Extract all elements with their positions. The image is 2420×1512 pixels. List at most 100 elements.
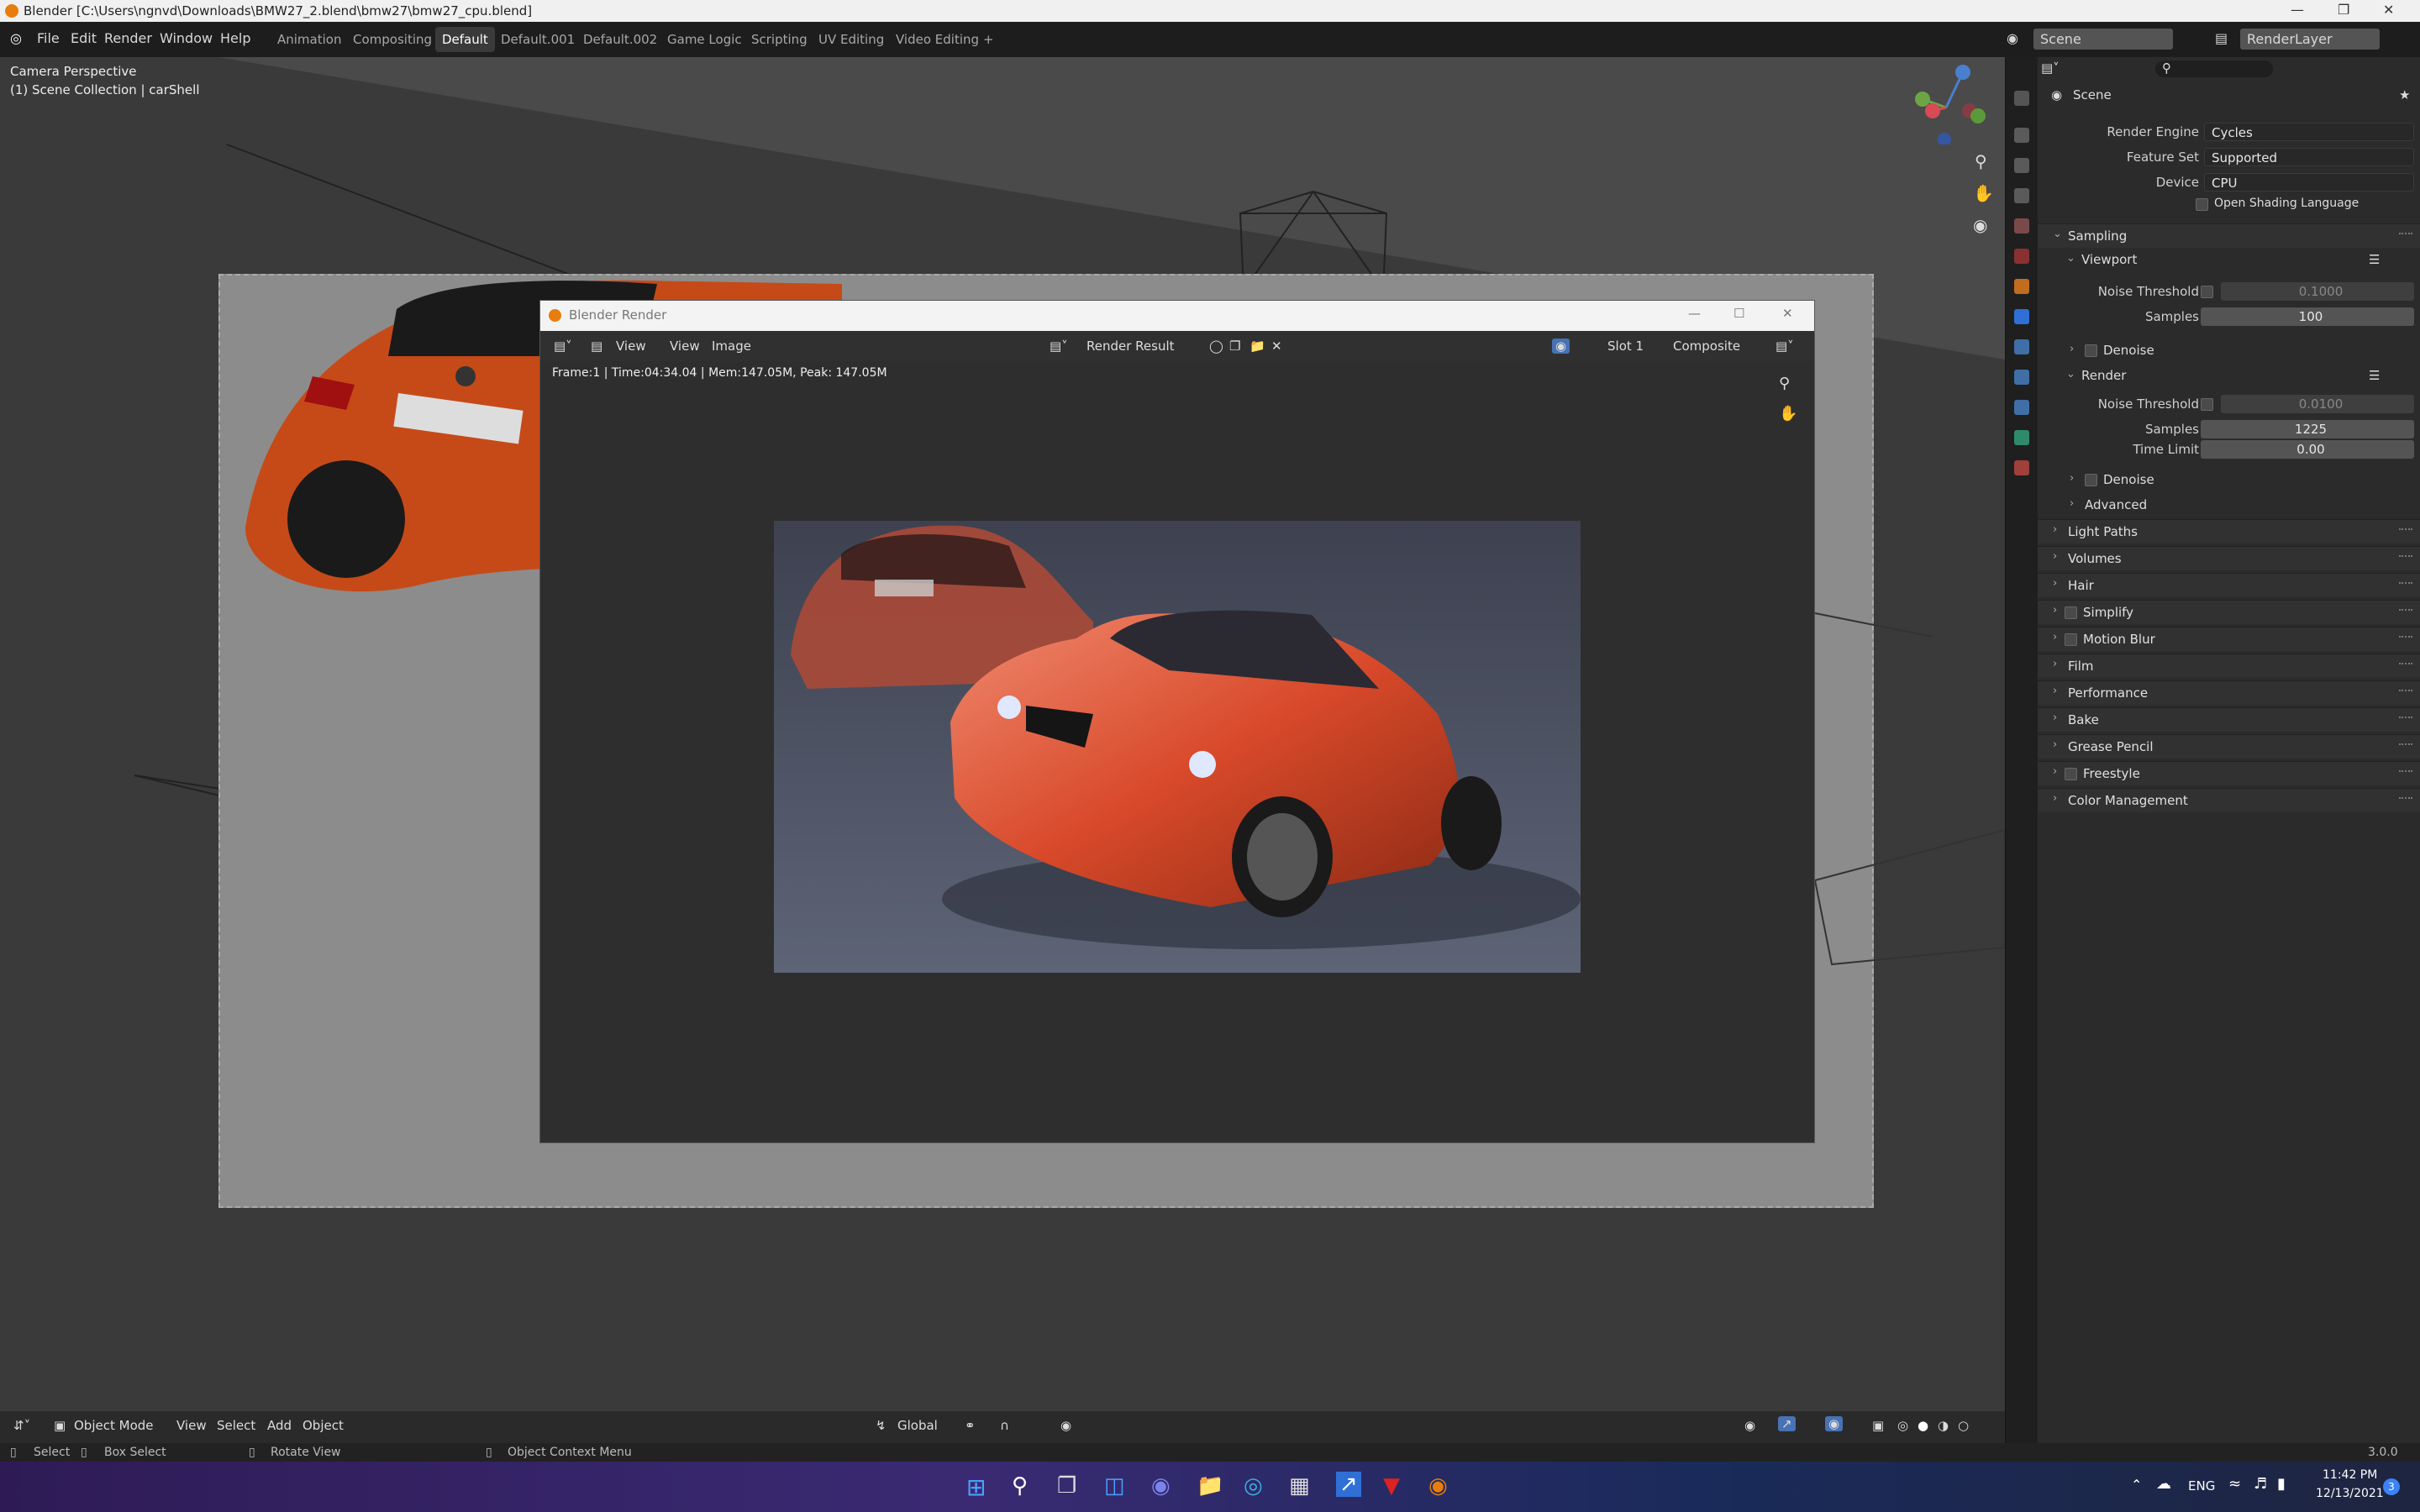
render-pass-selector[interactable]: Composite [1673,339,1740,354]
scene-tab-icon[interactable] [2014,218,2029,234]
mcafee-icon[interactable]: ▼ [1383,1473,1400,1499]
tab-uv-editing[interactable]: UV Editing [812,27,891,52]
display-channels-icon[interactable]: ▤˅ [1776,339,1794,354]
render-zoom-icon[interactable]: ⚲ [1779,375,1790,392]
render-menu-view-1[interactable]: View [616,339,646,354]
vp-menu-view[interactable]: View [176,1418,207,1433]
minimize-icon[interactable]: — [2291,2,2304,18]
world-tab-icon[interactable] [2014,249,2029,264]
wifi-icon[interactable]: ≈ [2228,1475,2241,1493]
tab-default[interactable]: Default [435,27,495,52]
chevron-down-icon[interactable]: ⌄ [2066,368,2075,381]
menu-render[interactable]: Render [104,30,152,46]
new-image-icon[interactable]: ❐ [1229,339,1240,354]
vp-noise-threshold-field[interactable]: 0.1000 [2221,282,2414,301]
xray-icon[interactable]: ▣ [1872,1418,1884,1433]
vp-menu-object[interactable]: Object [302,1418,344,1433]
vp-denoise-checkbox[interactable] [2085,344,2097,357]
fake-user-icon[interactable]: ◯ [1209,339,1223,354]
image-browse-icon[interactable]: ▤˅ [1050,339,1068,354]
osl-checkbox[interactable] [2196,198,2208,211]
section-simplify[interactable]: › Simplify [2038,600,2420,624]
clock-date[interactable]: 12/13/2021 [2316,1487,2384,1500]
gizmo-toggle-icon[interactable]: ↗ [1778,1416,1796,1431]
tab-scripting[interactable]: Scripting [744,27,814,52]
editor-type-icon[interactable]: ⇵˅ [13,1418,30,1433]
render-menu-view-2[interactable]: View [670,339,700,354]
r-noise-threshold-checkbox[interactable] [2201,398,2213,411]
widgets-icon[interactable]: ◫ [1104,1473,1125,1499]
file-explorer-icon[interactable]: 📁 [1197,1473,1223,1499]
view-layer-icon[interactable]: ▤ [2215,30,2228,46]
r-samples-field[interactable]: 1225 [2201,420,2414,438]
subsection-viewport[interactable]: Viewport [2081,252,2137,267]
time-limit-field[interactable]: 0.00 [2201,440,2414,459]
section-freestyle[interactable]: › Freestyle [2038,761,2420,785]
shading-solid-icon[interactable]: ● [1918,1418,1928,1433]
section-bake[interactable]: › Bake [2038,707,2420,732]
chevron-right-icon[interactable]: › [2070,497,2074,510]
list-presets-icon[interactable]: ☰ [2369,368,2380,383]
edge-icon[interactable]: ◎ [1244,1473,1263,1499]
visibility-icon[interactable]: ◉ [1744,1418,1755,1433]
render-pan-hand-icon[interactable]: ✋ [1779,405,1797,423]
render-result-window[interactable]: Blender Render — ☐ ✕ ▤˅ ▤ View View Imag… [539,300,1815,1143]
render-engine-select[interactable]: Cycles [2204,123,2414,141]
section-color-management[interactable]: › Color Management [2038,788,2420,812]
tab-video-editing[interactable]: Video Editing [889,27,986,52]
view-mode-icon[interactable]: ▤ [591,339,602,354]
list-presets-icon[interactable]: ☰ [2369,252,2380,267]
scene-icon[interactable]: ◉ [2007,30,2018,46]
add-workspace-button[interactable]: + [976,27,1001,52]
pan-hand-icon[interactable]: ✋ [1973,183,1994,203]
render-maximize-icon[interactable]: ☐ [1733,306,1744,321]
unlink-image-icon[interactable]: ✕ [1271,339,1282,354]
slot-selector[interactable]: Slot 1 [1607,339,1644,354]
render-minimize-icon[interactable]: — [1688,306,1701,321]
r-denoise-checkbox[interactable] [2085,474,2097,486]
physics-tab-icon[interactable] [2014,370,2029,385]
transform-orientation-selector[interactable]: Global [897,1418,938,1433]
render-menu-image[interactable]: Image [712,339,751,354]
onedrive-icon[interactable]: ☁ [2156,1475,2171,1493]
particles-tab-icon[interactable] [2014,339,2029,354]
render-close-icon[interactable]: ✕ [1782,306,1793,321]
tool-tab-icon[interactable] [2014,91,2029,106]
tab-default-001[interactable]: Default.001 [494,27,581,52]
overlay-toggle-icon[interactable]: ◉ [1552,339,1570,354]
section-motion-blur[interactable]: › Motion Blur [2038,627,2420,651]
menu-edit[interactable]: Edit [71,30,97,46]
proportional-edit-icon[interactable]: ◉ [1060,1418,1071,1433]
close-icon[interactable]: ✕ [2383,2,2394,18]
section-volumes[interactable]: › Volumes [2038,546,2420,570]
section-hair[interactable]: › Hair [2038,573,2420,597]
shading-material-icon[interactable]: ◑ [1938,1418,1949,1433]
view-layer-tab-icon[interactable] [2014,188,2029,203]
tab-default-002[interactable]: Default.002 [576,27,664,52]
zoom-icon[interactable]: ⚲ [1975,151,1987,171]
blender-menu-icon[interactable]: ◎ [10,30,22,46]
open-image-icon[interactable]: 📁 [1249,339,1265,354]
menu-help[interactable]: Help [220,30,250,46]
menu-file[interactable]: File [37,30,60,46]
clock-time[interactable]: 11:42 PM [2323,1468,2377,1482]
tab-game-logic[interactable]: Game Logic [660,27,749,52]
chevron-down-icon[interactable]: ⌄ [2066,252,2075,265]
maximize-icon[interactable]: ❐ [2338,2,2349,18]
shading-rendered-icon[interactable]: ○ [1958,1418,1969,1433]
r-noise-threshold-field[interactable]: 0.0100 [2221,395,2414,413]
image-name-field[interactable]: Render Result [1086,339,1175,354]
vp-menu-select[interactable]: Select [217,1418,255,1433]
vp-menu-add[interactable]: Add [267,1418,292,1433]
task-view-icon[interactable]: ❐ [1057,1473,1076,1499]
tray-chevron-icon[interactable]: ⌃ [2131,1477,2142,1493]
volume-icon[interactable]: ♬ [2254,1475,2267,1493]
editor-type-icon[interactable]: ▤˅ [2041,60,2060,76]
language-indicator[interactable]: ENG [2188,1478,2215,1494]
notification-badge[interactable]: 3 [2383,1478,2400,1495]
section-sampling[interactable]: ⌄ Sampling [2038,223,2420,248]
section-film[interactable]: › Film [2038,654,2420,678]
navigation-gizmo[interactable] [1907,60,1991,144]
chevron-right-icon[interactable]: › [2070,343,2074,355]
tab-animation[interactable]: Animation [271,27,348,52]
